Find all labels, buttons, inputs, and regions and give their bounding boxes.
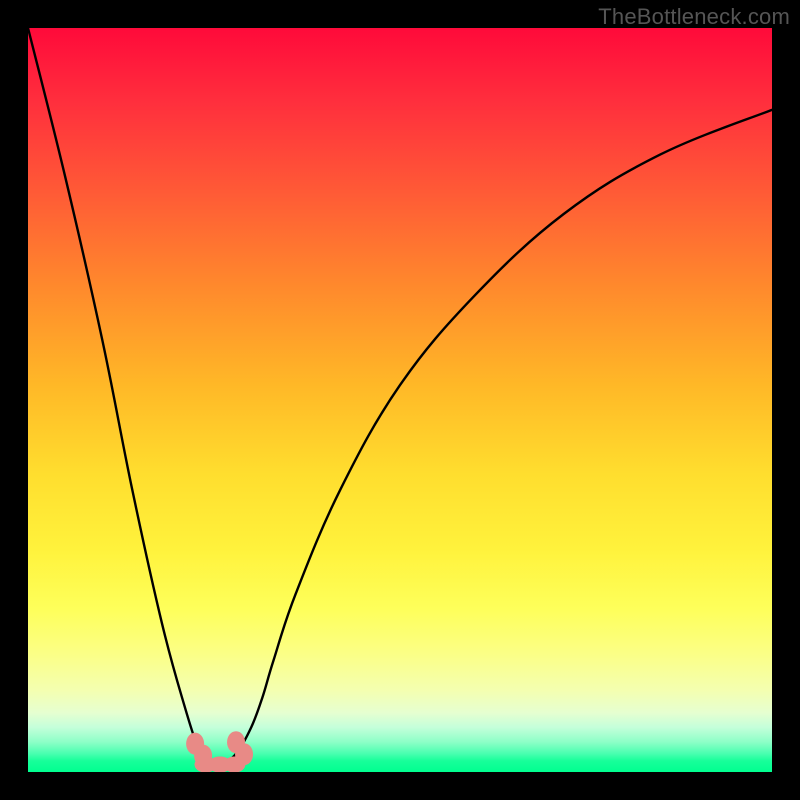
bottleneck-curve [28, 28, 772, 766]
marker-bottom-b [209, 757, 245, 772]
plot-area [28, 28, 772, 772]
chart-svg [28, 28, 772, 772]
curve-path [28, 28, 772, 766]
markers-group [186, 731, 253, 772]
chart-frame: TheBottleneck.com [0, 0, 800, 800]
watermark-text: TheBottleneck.com [598, 4, 790, 30]
